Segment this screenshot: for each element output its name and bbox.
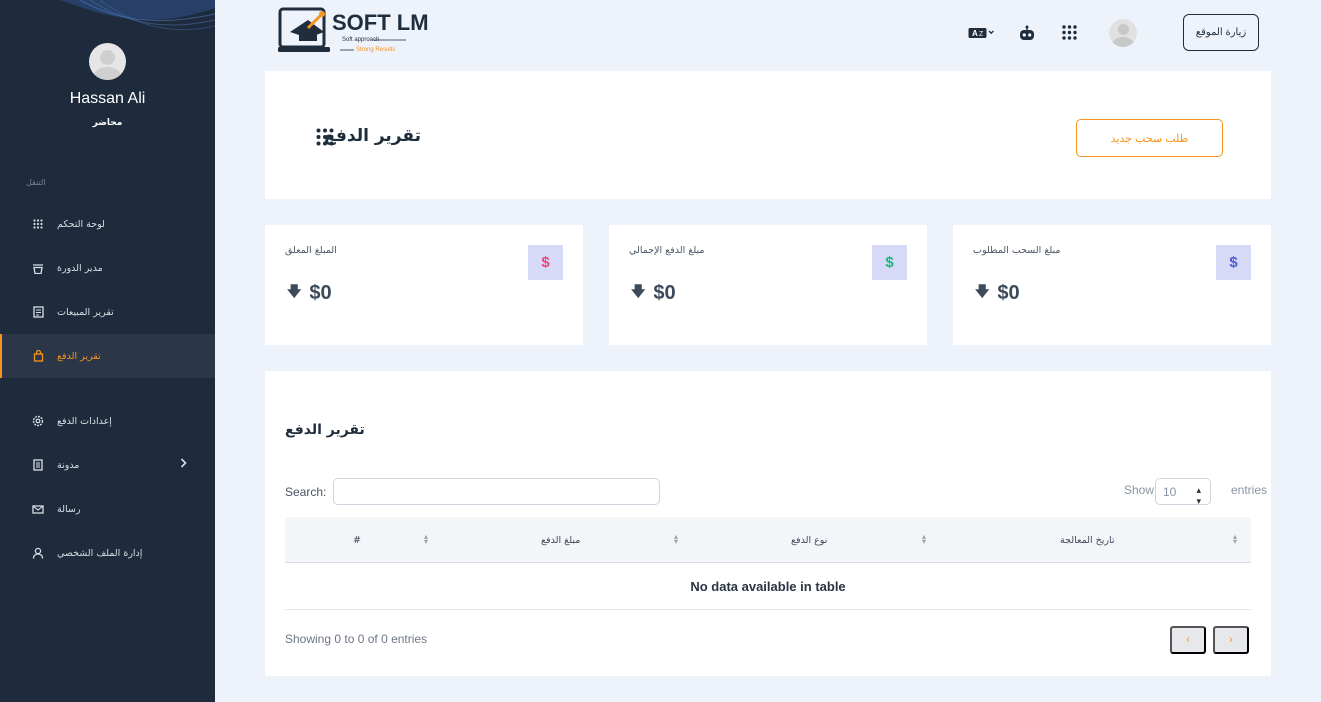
stat-amount: $0 xyxy=(653,281,676,304)
sidebar-item-label: تقرير المبيعات xyxy=(57,306,114,318)
sidebar: Hassan Ali محاضر التنقل لوحة التحكم مدير… xyxy=(0,0,215,702)
column-header-number[interactable]: # xyxy=(353,517,361,563)
logo-tagline-1: Soft approach xyxy=(342,37,379,43)
table-title: تقرير الدفع xyxy=(285,422,365,438)
empty-table-message: No data available in table xyxy=(285,563,1251,610)
robot-icon[interactable] xyxy=(1018,25,1036,41)
sidebar-item-label: رسالة xyxy=(57,503,81,515)
entries-select[interactable]: 10 ▴ ▾ xyxy=(1155,478,1211,506)
avatar[interactable] xyxy=(89,43,126,80)
chevron-right-icon xyxy=(180,458,187,471)
apps-grid-icon[interactable] xyxy=(1062,25,1077,40)
profile-name: Hassan Ali xyxy=(69,90,146,107)
search-input[interactable] xyxy=(333,478,660,505)
stat-label: المبلغ المعلق xyxy=(285,245,337,256)
search-label: Search: xyxy=(285,485,327,499)
stat-label: مبلغ الدفع الإجمالي xyxy=(629,245,705,256)
column-header-payment-amount[interactable]: مبلغ الدفع xyxy=(541,517,580,563)
page-title: تقرير الدفع xyxy=(324,126,421,146)
topbar-actions: AZ زيارة الموقع xyxy=(968,14,1259,51)
payment-report-table-card: تقرير الدفع Search: Show 10 ▴ ▾ entries ت… xyxy=(265,371,1271,676)
pagination-info: Showing 0 to 0 of 0 entries xyxy=(285,632,428,646)
sort-icon[interactable]: ▴ ▾ xyxy=(1233,533,1237,546)
dollar-icon: $ xyxy=(1216,245,1251,280)
stat-amount: $0 xyxy=(309,281,332,304)
column-header-payment-type[interactable]: نوع الدفع xyxy=(791,517,827,563)
settings-icon xyxy=(30,415,46,427)
stat-value: 🡇 $0 xyxy=(631,281,676,305)
stat-card-total-payment: مبلغ الدفع الإجمالي $ 🡇 $0 xyxy=(609,225,927,345)
sidebar-item-payment-report[interactable]: تقرير الدفع xyxy=(0,334,215,378)
report-icon xyxy=(30,306,46,318)
grid-icon xyxy=(30,219,46,229)
show-label: Show xyxy=(1123,483,1154,497)
user-icon xyxy=(30,547,46,559)
page-header-card: تقرير الدفع طلب سحب جديد xyxy=(265,71,1271,199)
sidebar-item-dashboard[interactable]: لوحة التحكم xyxy=(0,202,215,246)
sidebar-item-payment-settings[interactable]: إعدادات الدفع xyxy=(0,399,215,443)
next-page-button[interactable]: › xyxy=(1213,626,1249,654)
sidebar-nav: لوحة التحكم مدير الدورة تقرير المبيعات ت… xyxy=(0,202,215,575)
sidebar-wave-decoration xyxy=(60,0,215,31)
stat-card-requested-withdrawal: مبلغ السحب المطلوب $ 🡇 $0 xyxy=(953,225,1271,345)
stack-icon xyxy=(30,263,46,274)
sidebar-item-message[interactable]: رسالة xyxy=(0,487,215,531)
sidebar-item-blog[interactable]: مدونة xyxy=(0,443,215,487)
profile-block: Hassan Ali محاضر xyxy=(0,43,215,128)
mail-icon xyxy=(30,504,46,514)
logo-text: SOFT LMS xyxy=(332,10,428,35)
sidebar-item-course-manager[interactable]: مدير الدورة xyxy=(0,246,215,290)
arrow-down-icon: 🡇 xyxy=(287,283,302,299)
sidebar-item-label: إدارة الملف الشخصي xyxy=(57,547,143,559)
entries-value: 10 xyxy=(1163,484,1177,499)
soft-lms-logo[interactable]: SOFT LMS Soft approach Strong Results xyxy=(278,6,428,56)
sidebar-item-label: تقرير الدفع xyxy=(57,350,101,362)
stat-card-pending-amount: المبلغ المعلق $ 🡇 $0 xyxy=(265,225,583,345)
svg-text:A: A xyxy=(972,29,978,38)
stat-value: 🡇 $0 xyxy=(287,281,332,305)
sidebar-item-label: مدير الدورة xyxy=(57,262,103,274)
dollar-icon: $ xyxy=(528,245,563,280)
entries-label: entries xyxy=(1230,483,1267,497)
language-icon[interactable]: AZ xyxy=(968,27,994,39)
profile-role: محاضر xyxy=(92,118,123,128)
stat-value: 🡇 $0 xyxy=(975,281,1020,305)
user-avatar[interactable] xyxy=(1109,18,1137,47)
logo-tagline-2: Strong Results xyxy=(356,47,395,53)
prev-page-button[interactable]: ‹ xyxy=(1170,626,1206,654)
sort-icon[interactable]: ▴ ▾ xyxy=(424,533,428,546)
arrow-down-icon: 🡇 xyxy=(975,283,990,299)
svg-text:Z: Z xyxy=(979,31,984,38)
bag-icon xyxy=(30,350,46,362)
visit-site-button[interactable]: زيارة الموقع xyxy=(1183,14,1259,51)
sort-updown-icon: ▴ ▾ xyxy=(1196,485,1201,506)
sort-icon[interactable]: ▴ ▾ xyxy=(922,533,926,546)
sidebar-item-label: إعدادات الدفع xyxy=(57,415,112,427)
sidebar-item-profile[interactable]: إدارة الملف الشخصي xyxy=(0,531,215,575)
document-icon xyxy=(30,459,46,471)
sidebar-item-label: مدونة xyxy=(57,459,80,471)
dollar-icon: $ xyxy=(872,245,907,280)
table-header: تاريخ المعالجة ▴ ▾ نوع الدفع ▴ ▾ مبلغ الدف… xyxy=(285,517,1251,563)
new-withdrawal-button[interactable]: طلب سحب جديد xyxy=(1076,119,1223,157)
arrow-down-icon: 🡇 xyxy=(631,283,646,299)
sort-icon[interactable]: ▴ ▾ xyxy=(674,533,678,546)
stat-label: مبلغ السحب المطلوب xyxy=(973,245,1061,256)
column-header-processing-date[interactable]: تاريخ المعالجة xyxy=(1060,517,1115,563)
sidebar-item-label: لوحة التحكم xyxy=(57,218,105,230)
stat-amount: $0 xyxy=(997,281,1020,304)
nav-caption: التنقل xyxy=(26,178,46,187)
sidebar-item-sales-report[interactable]: تقرير المبيعات xyxy=(0,290,215,334)
